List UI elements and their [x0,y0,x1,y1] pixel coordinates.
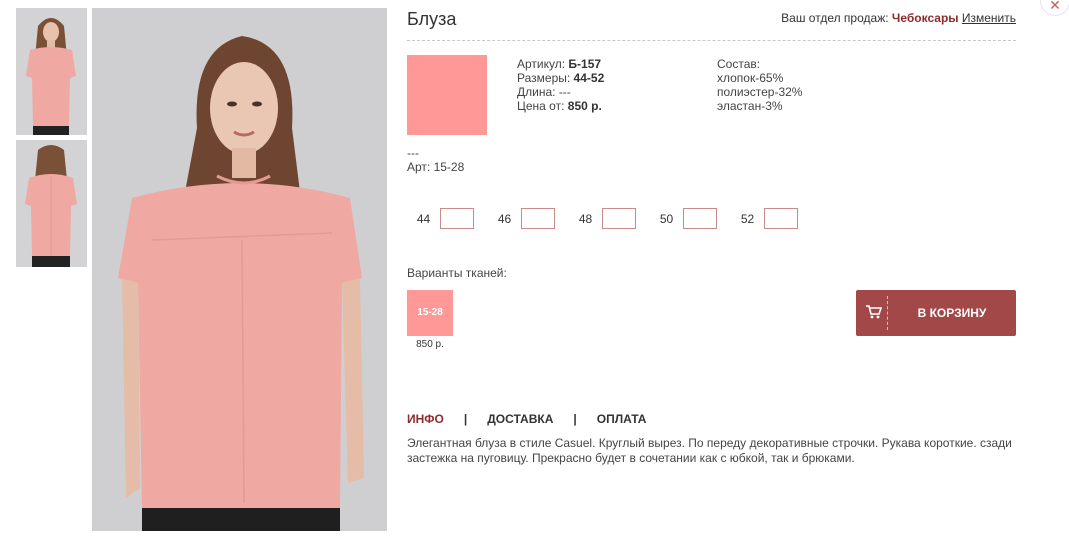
size-44-quantity-input[interactable] [440,208,474,229]
size-label: 50 [659,211,674,226]
sales-region: Ваш отдел продаж: Чебоксары Изменить [781,11,1016,25]
cart-icon [866,305,882,319]
size-quantity-row: 44 46 48 50 52 [407,208,812,229]
tab-delivery[interactable]: ДОСТАВКА [487,412,553,426]
size-48-quantity-input[interactable] [602,208,636,229]
size-option: 50 [650,208,717,229]
price-value: 850 р. [567,99,602,113]
composition-item: хлопок-65% [717,71,784,85]
article-value: Б-157 [568,57,602,71]
product-title: Блуза [407,9,457,29]
size-label: 52 [740,211,755,226]
change-region-link[interactable]: Изменить [962,11,1016,25]
add-to-cart-button[interactable]: В КОРЗИНУ [856,290,1016,336]
article-label: Артикул: [517,57,566,71]
composition: Состав: хлопок-65% полиэстер-32% эластан… [717,57,802,113]
price-label: Цена от: [517,99,565,113]
size-52-quantity-input[interactable] [764,208,798,229]
tab-info[interactable]: ИНФО [407,412,444,426]
size-label: 46 [497,211,512,226]
composition-item: полиэстер-32% [717,85,803,99]
size-46-quantity-input[interactable] [521,208,555,229]
color-swatch [407,55,487,135]
fabric-variant-chip[interactable]: 15-28 [407,290,453,336]
size-label: 48 [578,211,593,226]
close-button[interactable]: ✕ [1040,0,1069,16]
variant-name: --- [407,146,419,160]
add-to-cart-label: В КОРЗИНУ [917,306,987,320]
size-option: 52 [731,208,798,229]
fabric-variant-price: 850 р. [416,339,444,350]
size-50-quantity-input[interactable] [683,208,717,229]
size-option: 44 [407,208,474,229]
sizes-label: Размеры: [517,71,571,85]
header-divider [407,40,1016,41]
region-label: Ваш отдел продаж: [781,11,889,25]
close-icon: ✕ [1049,0,1061,13]
size-option: 48 [569,208,636,229]
thumbnail-front[interactable] [16,8,87,135]
product-description: Элегантная блуза в стиле Casuel. Круглый… [407,436,1012,465]
length-value: --- [558,85,571,99]
product-specs: Артикул: Б-157 Размеры: 44-52 Длина: ---… [517,57,604,113]
composition-label: Состав: [717,57,761,71]
sizes-value: 44-52 [573,71,605,85]
fabric-variants-title: Варианты тканей: [407,266,507,280]
size-option: 46 [488,208,555,229]
thumbnail-back[interactable] [16,140,87,267]
product-main-photo [92,8,387,531]
composition-item: эластан-3% [717,99,783,113]
size-label: 44 [416,211,431,226]
info-tabs: ИНФО | ДОСТАВКА | ОПЛАТА [407,412,646,426]
variant-info: --- Арт: 15-28 [407,146,464,174]
tab-separator: | [573,412,577,426]
tab-payment[interactable]: ОПЛАТА [597,412,647,426]
region-city: Чебоксары [891,11,959,25]
length-label: Длина: [517,85,556,99]
variant-art: Арт: 15-28 [407,160,465,174]
tab-separator: | [463,412,468,426]
